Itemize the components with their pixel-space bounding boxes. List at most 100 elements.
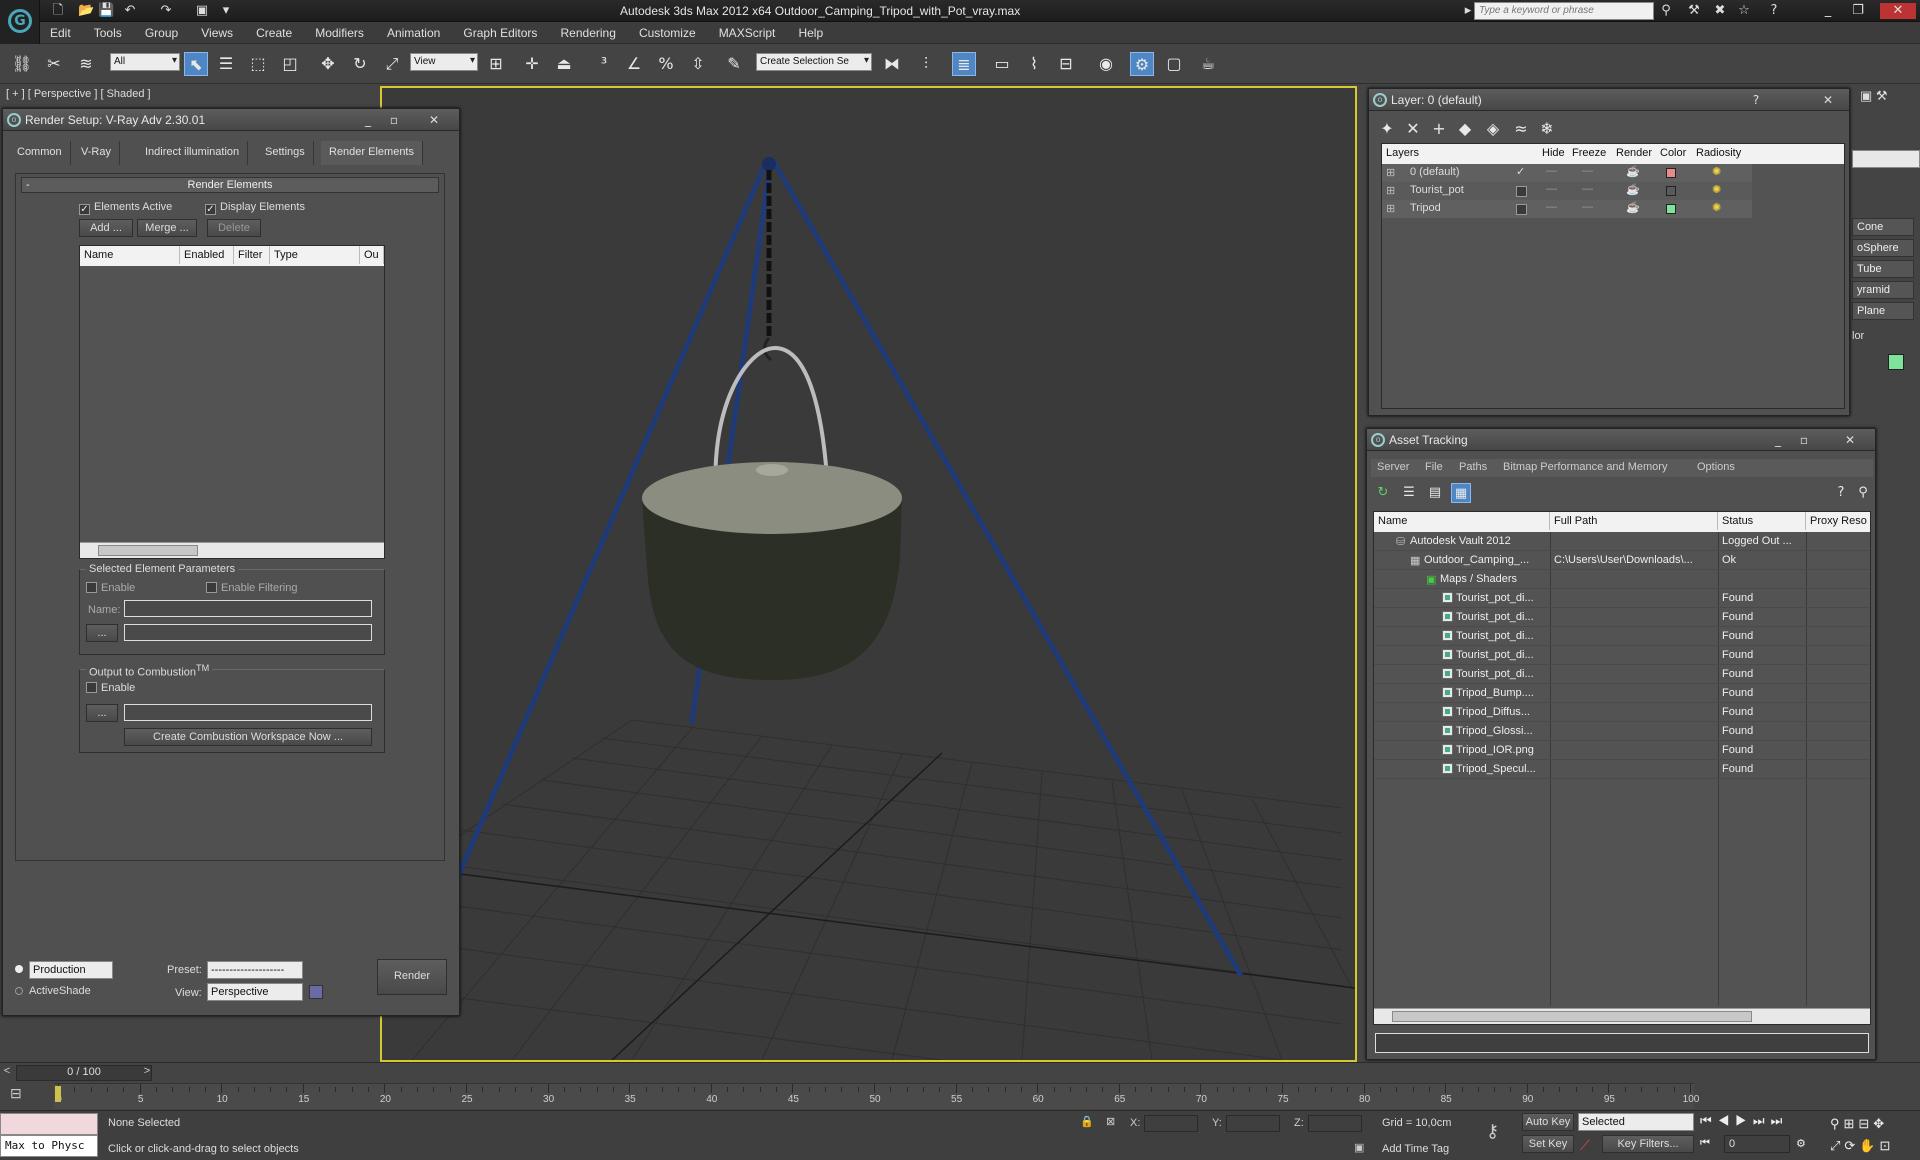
time-configuration-icon[interactable]: ⚙: [1796, 1137, 1812, 1153]
layer-row[interactable]: ⊞ Tourist_pot — — ☕ ✺: [1382, 182, 1752, 200]
minimize-button[interactable]: _: [357, 111, 379, 129]
angle-snap-icon[interactable]: ∠: [622, 52, 646, 76]
asset-row[interactable]: ⛁ Autodesk Vault 2012 Logged Out ...: [1374, 532, 1870, 551]
playback-controls[interactable]: ⏮◀▶⏭⏭: [1700, 1113, 1846, 1131]
graphite-ribbon-icon[interactable]: ▭: [990, 52, 1014, 76]
refresh-icon[interactable]: ↻: [1373, 483, 1393, 503]
menu-file[interactable]: File: [1425, 461, 1443, 473]
tab-indirect-illumination[interactable]: Indirect illumination: [137, 141, 249, 165]
expand-icon[interactable]: ⊞: [1386, 166, 1395, 179]
app-menu-button[interactable]: G: [0, 0, 40, 44]
layer-manager-titlebar[interactable]: o Layer: 0 (default): [1369, 89, 1849, 111]
qat-dropdown-icon[interactable]: ▾: [218, 3, 234, 19]
current-layer-check-icon[interactable]: ✓: [1516, 165, 1525, 178]
create-plane-button[interactable]: Plane: [1852, 302, 1914, 320]
view-dropdown[interactable]: Perspective: [207, 983, 303, 1001]
binoculars-icon[interactable]: ⚲: [1658, 3, 1674, 19]
render-elements-rollout[interactable]: - Render Elements: [21, 177, 439, 193]
col-enabled[interactable]: Enabled: [180, 246, 234, 264]
help-icon[interactable]: ?: [1831, 483, 1851, 503]
asset-row[interactable]: ▦ Outdoor_Camping_... C:\Users\User\Downlo…: [1374, 551, 1870, 570]
rotate-icon[interactable]: ↻: [348, 52, 372, 76]
element-name-field[interactable]: [124, 600, 372, 617]
hide-toggle[interactable]: —: [1546, 183, 1557, 195]
combustion-enable-checkbox[interactable]: Enable: [86, 682, 135, 694]
rendered-frame-window-icon[interactable]: ▢: [1162, 52, 1186, 76]
add-element-button[interactable]: Add ...: [79, 219, 133, 237]
minimize-button[interactable]: _: [1767, 431, 1789, 449]
open-file-icon[interactable]: 📂: [78, 3, 94, 19]
radiosity-icon[interactable]: ✺: [1712, 165, 1721, 178]
z-coordinate-field[interactable]: [1308, 1115, 1362, 1132]
render-teapot-icon[interactable]: ☕: [1626, 165, 1640, 178]
col-hide[interactable]: Hide: [1538, 144, 1568, 162]
elements-active-checkbox[interactable]: ✓ Elements Active: [79, 201, 172, 215]
preset-dropdown[interactable]: --------------------: [207, 961, 303, 979]
selection-lock-icon[interactable]: 🔒: [1080, 1115, 1096, 1131]
col-color[interactable]: Color: [1656, 144, 1692, 162]
render-setup-icon[interactable]: ⚙: [1130, 52, 1154, 76]
perspective-viewport[interactable]: [380, 86, 1357, 1062]
close-app-button[interactable]: ✕: [1880, 3, 1916, 19]
align-icon[interactable]: ⫶: [914, 52, 938, 76]
render-teapot-icon[interactable]: ☕: [1626, 201, 1640, 214]
favorites-icon[interactable]: ☆: [1736, 3, 1752, 19]
track-bar[interactable]: 0510152025303540455055606570758085909510…: [54, 1083, 1699, 1109]
time-slider-prev-icon[interactable]: <: [0, 1065, 14, 1081]
maximize-button[interactable]: ▫: [383, 111, 405, 129]
scrollbar-thumb[interactable]: [98, 545, 198, 556]
project-folder-icon[interactable]: ▣: [194, 3, 210, 19]
menu-modifiers[interactable]: Modifiers: [305, 22, 374, 40]
unlink-icon[interactable]: ✂: [42, 52, 66, 76]
window-crossing-icon[interactable]: ◰: [278, 52, 302, 76]
move-icon[interactable]: ✥: [316, 52, 340, 76]
link-icon[interactable]: ⛓: [10, 52, 34, 76]
curve-editor-mini-icon[interactable]: ⊟: [10, 1085, 32, 1107]
pin-icon[interactable]: ⚲: [1853, 483, 1873, 503]
col-type[interactable]: Type: [270, 246, 360, 264]
asset-row[interactable]: Tourist_pot_di... Found: [1374, 665, 1870, 684]
bind-space-warp-icon[interactable]: ≋: [74, 52, 98, 76]
help-search-input[interactable]: Type a keyword or phrase: [1474, 2, 1654, 20]
render-production-icon[interactable]: ☕: [1196, 52, 1220, 76]
create-cone-button[interactable]: Cone: [1852, 218, 1914, 236]
list-view-icon[interactable]: ☰: [1399, 483, 1419, 503]
hide-toggle[interactable]: —: [1546, 201, 1557, 213]
help-icon[interactable]: ?: [1766, 3, 1782, 19]
viewport-navigation-controls[interactable]: ⚲⊞⊟✥ ⤢⟳✋⊡: [1830, 1113, 1920, 1157]
tab-settings[interactable]: Settings: [257, 141, 314, 165]
current-layer-checkbox[interactable]: [1516, 186, 1527, 197]
horizontal-scrollbar[interactable]: [80, 542, 384, 558]
freeze-toggle[interactable]: —: [1582, 183, 1593, 195]
object-color-swatch[interactable]: [1888, 354, 1904, 370]
asset-row[interactable]: ▣ Maps / Shaders: [1374, 570, 1870, 589]
percent-snap-icon[interactable]: %: [654, 52, 678, 76]
freeze-all-layers-icon[interactable]: ❄: [1535, 117, 1559, 141]
asset-table[interactable]: Name Full Path Status Proxy Reso ⛁ Autode…: [1373, 511, 1871, 1025]
lock-view-icon[interactable]: [309, 985, 323, 999]
asset-row[interactable]: Tourist_pot_di... Found: [1374, 608, 1870, 627]
combustion-path-field[interactable]: [124, 704, 372, 721]
menu-server[interactable]: Server: [1377, 461, 1409, 473]
render-button[interactable]: Render: [377, 959, 447, 995]
time-tag-icon[interactable]: ▣: [1354, 1141, 1372, 1157]
scrollbar-thumb[interactable]: [1392, 1011, 1752, 1022]
layer-row[interactable]: ⊞ 0 (default) ✓ — — ☕ ✺: [1382, 164, 1752, 182]
subscription-icon[interactable]: ⚒: [1686, 3, 1702, 19]
select-in-layer-icon[interactable]: ◆: [1453, 117, 1477, 141]
set-key-button[interactable]: Set Key: [1522, 1135, 1574, 1153]
col-freeze[interactable]: Freeze: [1568, 144, 1612, 162]
menu-maxscript[interactable]: MAXScript: [709, 22, 786, 40]
asset-row[interactable]: Tripod_Specul... Found: [1374, 760, 1870, 779]
layer-color-swatch[interactable]: [1666, 186, 1676, 196]
create-combustion-workspace-button[interactable]: Create Combustion Workspace Now ...: [124, 728, 372, 746]
current-frame-field[interactable]: 0: [1724, 1135, 1790, 1153]
keyboard-shortcut-override-icon[interactable]: ⏏: [552, 52, 576, 76]
rectangular-selection-icon[interactable]: ⬚: [246, 52, 270, 76]
col-name[interactable]: Name: [1374, 512, 1550, 530]
curve-editor-icon[interactable]: ⌇: [1022, 52, 1046, 76]
asset-row[interactable]: Tripod_Diffus... Found: [1374, 703, 1870, 722]
scale-icon[interactable]: ⤢: [380, 52, 404, 76]
enable-checkbox[interactable]: Enable: [86, 582, 135, 594]
menu-graph-editors[interactable]: Graph Editors: [453, 22, 547, 40]
